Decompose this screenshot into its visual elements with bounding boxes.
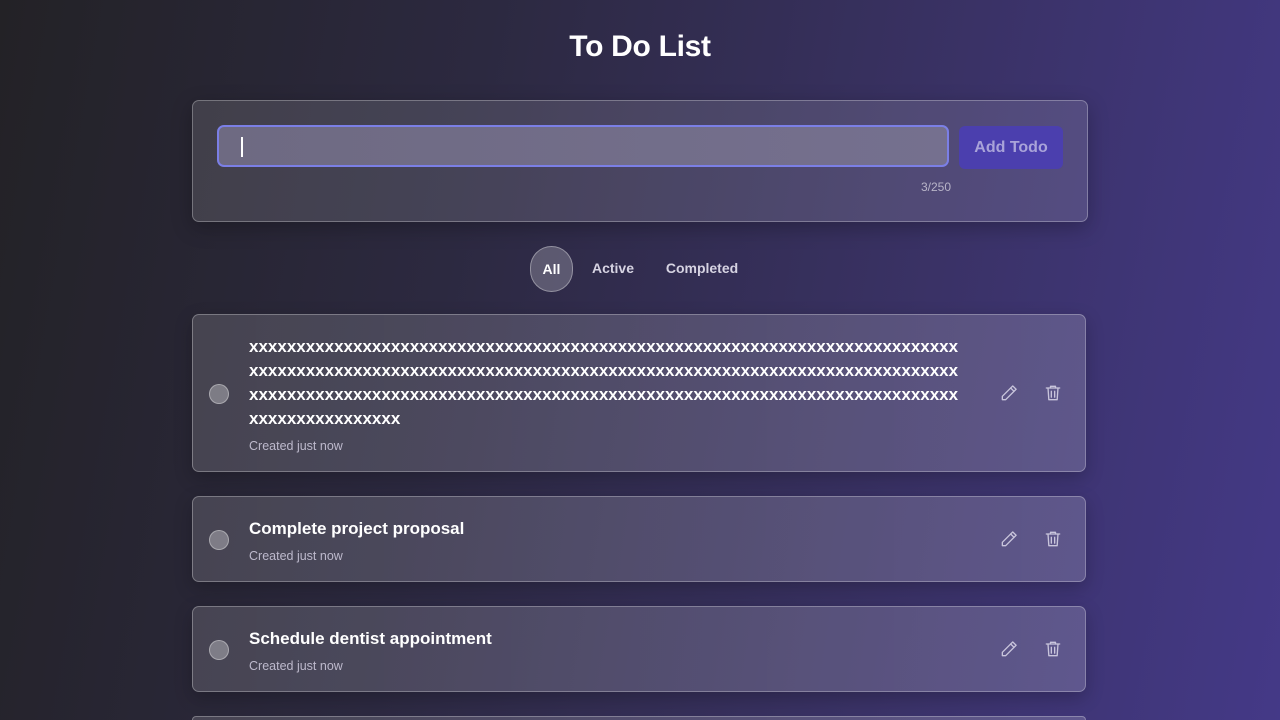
add-todo-form: Add Todo 3/250 [192, 100, 1088, 222]
todo-text: xxxxxxxxxxxxxxxxxxxxxxxxxxxxxxxxxxxxxxxx… [249, 337, 959, 428]
todo-checkbox[interactable] [209, 640, 229, 660]
todo-item: Schedule dentist appointment Created jus… [192, 606, 1086, 692]
todo-created-time: Created just now [249, 549, 343, 563]
todo-input[interactable] [217, 125, 949, 167]
edit-button[interactable] [997, 527, 1021, 551]
character-counter: 3/250 [920, 180, 951, 194]
delete-button[interactable] [1041, 381, 1065, 405]
trash-icon [1045, 531, 1061, 547]
page-title: To Do List [569, 30, 711, 63]
filter-completed[interactable]: Completed [660, 246, 744, 290]
trash-icon [1045, 641, 1061, 657]
pencil-icon [1001, 385, 1017, 401]
edit-button[interactable] [997, 637, 1021, 661]
filter-tabs: All Active Completed [0, 246, 1280, 292]
todo-item: xxxxxxxxxxxxxxxxxxxxxxxxxxxxxxxxxxxxxxxx… [192, 314, 1086, 472]
trash-icon [1045, 385, 1061, 401]
delete-button[interactable] [1041, 527, 1065, 551]
todo-checkbox[interactable] [209, 530, 229, 550]
todo-created-time: Created just now [249, 439, 343, 453]
todo-text: Schedule dentist appointment [249, 629, 492, 648]
text-caret [241, 137, 243, 157]
todo-checkbox[interactable] [209, 384, 229, 404]
todo-created-time: Created just now [249, 659, 343, 673]
add-todo-button[interactable]: Add Todo [959, 126, 1063, 169]
pencil-icon [1001, 531, 1017, 547]
todo-item: Complete project proposal Created just n… [192, 496, 1086, 582]
edit-button[interactable] [997, 381, 1021, 405]
delete-button[interactable] [1041, 637, 1065, 661]
filter-active[interactable]: Active [588, 246, 638, 290]
filter-all[interactable]: All [530, 246, 573, 292]
pencil-icon [1001, 641, 1017, 657]
todo-text: Complete project proposal [249, 519, 465, 538]
todo-item-partial [192, 716, 1086, 720]
